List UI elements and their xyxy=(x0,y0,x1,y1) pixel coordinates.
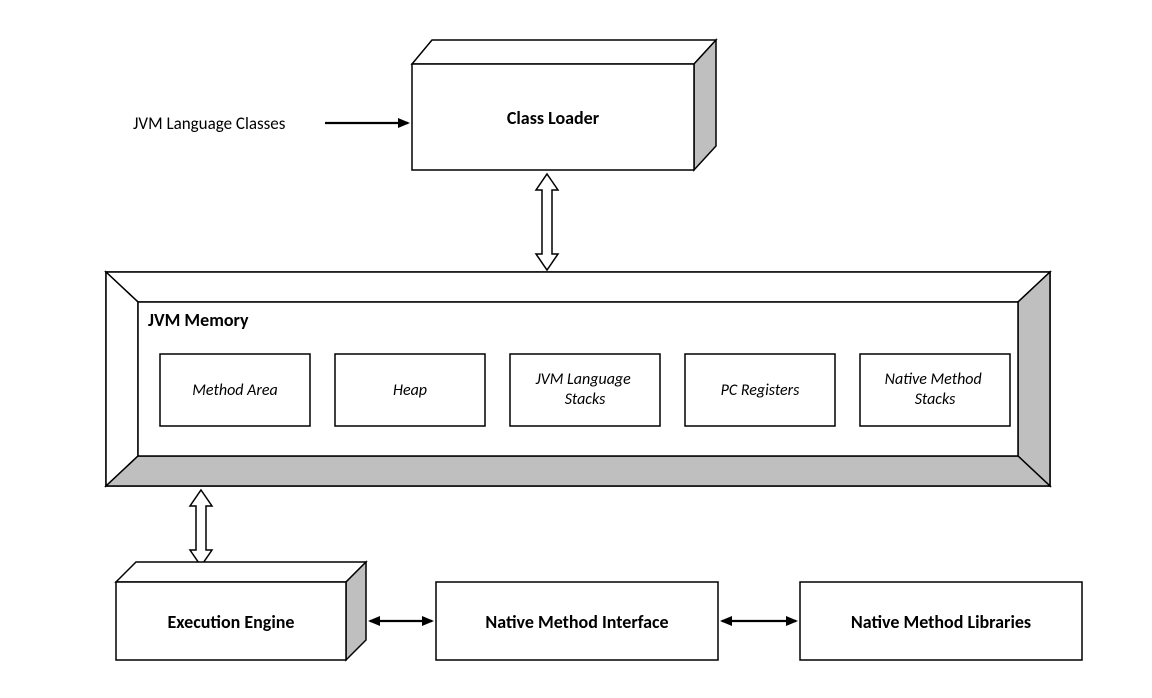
native-method-libraries-label: Native Method Libraries xyxy=(851,611,1031,633)
execution-engine-box: Execution Engine xyxy=(116,562,366,660)
class-loader-label: Class Loader xyxy=(507,107,600,129)
jvm-language-stacks-line2: Stacks xyxy=(565,390,606,409)
native-method-interface-box: Native Method Interface xyxy=(436,582,718,660)
memory-items: Method Area Heap JVM Language Stacks PC … xyxy=(160,354,1010,426)
native-method-libraries-box: Native Method Libraries xyxy=(800,582,1082,660)
pc-registers-box: PC Registers xyxy=(685,354,835,426)
arrow-classloader-memory xyxy=(536,174,558,270)
class-loader-box: Class Loader xyxy=(412,40,716,170)
arrow-memory-execution xyxy=(190,490,212,566)
jvm-architecture-diagram: Class Loader JVM Language Classes JVM Me… xyxy=(0,0,1152,698)
jvm-language-stacks-line1: JVM Language xyxy=(535,370,632,389)
method-area-box: Method Area xyxy=(160,354,310,426)
jvm-language-stacks-box: JVM Language Stacks xyxy=(510,354,660,426)
native-method-interface-label: Native Method Interface xyxy=(485,611,668,633)
pc-registers-label: PC Registers xyxy=(721,381,801,400)
native-method-stacks-box: Native Method Stacks xyxy=(860,354,1010,426)
jvm-memory-box: JVM Memory Method Area Heap JVM Language… xyxy=(106,272,1050,486)
native-method-stacks-line2: Stacks xyxy=(915,390,956,409)
jvm-language-classes-label: JVM Language Classes xyxy=(133,113,286,134)
method-area-label: Method Area xyxy=(192,381,277,400)
execution-engine-label: Execution Engine xyxy=(168,611,295,633)
heap-label: Heap xyxy=(393,381,427,400)
jvm-memory-title: JVM Memory xyxy=(148,309,249,331)
native-method-stacks-line1: Native Method xyxy=(885,370,982,389)
heap-box: Heap xyxy=(335,354,485,426)
